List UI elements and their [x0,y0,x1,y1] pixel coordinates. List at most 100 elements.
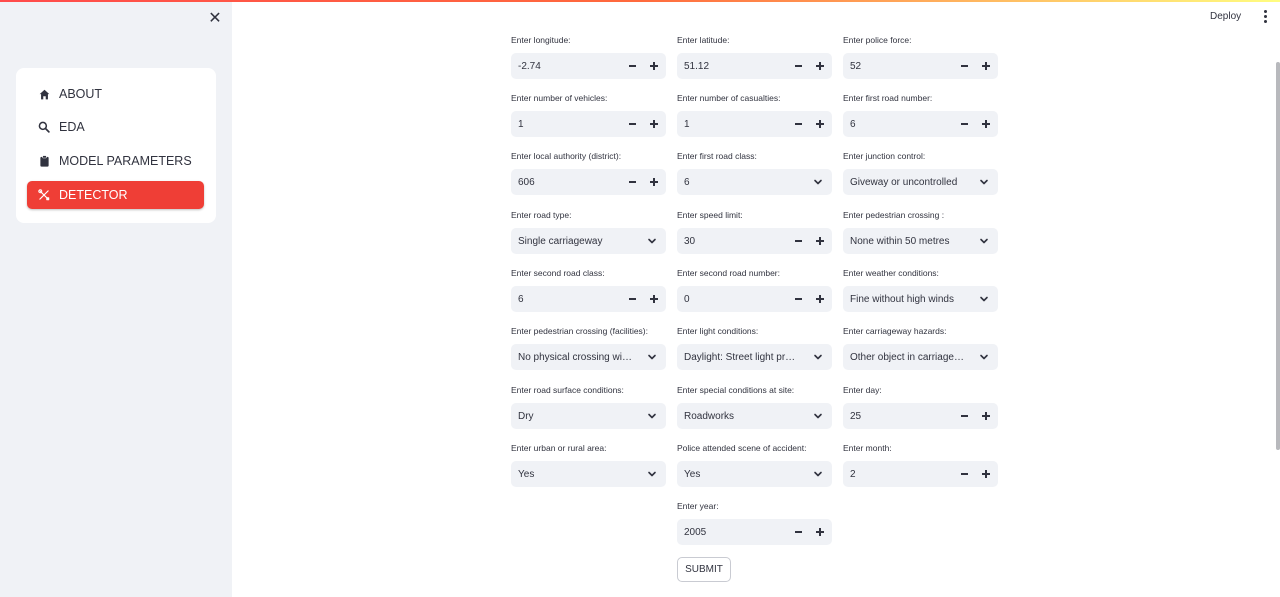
road-surface-conditions-select[interactable]: Dry [511,403,666,429]
urban-or-rural-field: Enter urban or rural area: Yes [511,442,666,487]
field-value: -2.74 [518,60,541,72]
field-value: 2005 [684,526,707,538]
light-conditions-select[interactable]: Daylight: Street light present [677,344,832,370]
first-road-class-select[interactable]: 6 [677,169,832,195]
field-label: Enter carriageway hazards: [843,326,947,336]
increment-button[interactable] [643,53,665,79]
increment-button[interactable] [809,519,831,545]
increment-button[interactable] [975,111,997,137]
increment-button[interactable] [643,111,665,137]
decrement-button[interactable] [953,403,975,429]
urban-or-rural-select[interactable]: Yes [511,461,666,487]
local-authority-field: Enter local authority (district): 606 [511,150,666,195]
chevron-down-icon [812,410,824,422]
increment-button[interactable] [809,286,831,312]
field-label: Enter pedestrian crossing : [843,210,945,220]
decrement-button[interactable] [621,286,643,312]
field-value: Daylight: Street light present [684,351,799,363]
plus-icon [650,120,658,128]
field-label: Enter number of vehicles: [511,93,608,103]
field-label: Enter speed limit: [677,210,743,220]
speed-limit-input[interactable]: 30 [677,228,832,254]
special-conditions-select[interactable]: Roadworks [677,403,832,429]
submit-button[interactable]: SUBMIT [677,557,731,582]
increment-button[interactable] [975,461,997,487]
close-sidebar-button[interactable]: ✕ [205,8,225,28]
chevron-down-icon [646,410,658,422]
increment-button[interactable] [975,403,997,429]
police-attended-select[interactable]: Yes [677,461,832,487]
latitude-input[interactable]: 51.12 [677,53,832,79]
number-of-casualties-input[interactable]: 1 [677,111,832,137]
minus-icon [628,123,636,125]
field-value: Other object in carriageway [850,351,965,363]
main-menu-icon[interactable] [1258,8,1272,24]
field-value: Giveway or uncontrolled [850,176,958,188]
local-authority-input[interactable]: 606 [511,169,666,195]
month-input[interactable]: 2 [843,461,998,487]
decrement-button[interactable] [621,111,643,137]
year-field: Enter year: 2005 [677,500,832,545]
weather-conditions-select[interactable]: Fine without high winds [843,286,998,312]
decrement-button[interactable] [787,111,809,137]
plus-icon [816,237,824,245]
increment-button[interactable] [809,111,831,137]
field-value: 2 [850,468,856,480]
increment-button[interactable] [643,169,665,195]
pedestrian-crossing-select[interactable]: None within 50 metres [843,228,998,254]
year-input[interactable]: 2005 [677,519,832,545]
decrement-button[interactable] [953,461,975,487]
decrement-button[interactable] [787,519,809,545]
field-label: Enter first road class: [677,151,757,161]
minus-icon [960,65,968,67]
field-label: Enter police force: [843,35,912,45]
chevron-down-icon [978,176,990,188]
decrement-button[interactable] [787,228,809,254]
menu-item-about[interactable]: ABOUT [27,80,204,108]
decrement-button[interactable] [953,111,975,137]
increment-button[interactable] [643,286,665,312]
plus-icon [816,120,824,128]
light-conditions-field: Enter light conditions: Daylight: Street… [677,325,832,370]
decrement-button[interactable] [787,286,809,312]
chevron-down-icon [812,176,824,188]
navigation-menu: ABOUT EDA MODEL PARAMETERS DETECTOR [16,68,216,223]
second-road-class-input[interactable]: 6 [511,286,666,312]
plus-icon [982,62,990,70]
pedestrian-crossing-facilities-select[interactable]: No physical crossing within 50 metres [511,344,666,370]
junction-control-select[interactable]: Giveway or uncontrolled [843,169,998,195]
menu-item-model-parameters[interactable]: MODEL PARAMETERS [27,147,204,175]
plus-icon [650,178,658,186]
carriageway-hazards-select[interactable]: Other object in carriageway [843,344,998,370]
minus-icon [794,123,802,125]
menu-item-eda[interactable]: EDA [27,113,204,141]
field-label: Enter road surface conditions: [511,385,624,395]
number-of-vehicles-input[interactable]: 1 [511,111,666,137]
decrement-button[interactable] [621,53,643,79]
day-input[interactable]: 25 [843,403,998,429]
decrement-button[interactable] [953,53,975,79]
first-road-number-input[interactable]: 6 [843,111,998,137]
road-type-select[interactable]: Single carriageway [511,228,666,254]
chevron-down-icon [812,468,824,480]
longitude-field: Enter longitude: -2.74 [511,34,666,79]
longitude-input[interactable]: -2.74 [511,53,666,79]
page-scrollbar[interactable] [1276,62,1280,450]
chevron-down-icon [646,468,658,480]
increment-button[interactable] [809,53,831,79]
increment-button[interactable] [975,53,997,79]
police-force-input[interactable]: 52 [843,53,998,79]
deploy-button[interactable]: Deploy [1210,8,1241,24]
decrement-button[interactable] [787,53,809,79]
minus-icon [794,298,802,300]
plus-icon [816,295,824,303]
decrement-button[interactable] [621,169,643,195]
field-value: No physical crossing within 50 metres [518,351,633,363]
tools-icon [37,188,51,202]
increment-button[interactable] [809,228,831,254]
menu-item-detector[interactable]: DETECTOR [27,181,204,209]
field-label: Enter local authority (district): [511,151,622,161]
second-road-number-field: Enter second road number: 0 [677,267,832,312]
second-road-number-input[interactable]: 0 [677,286,832,312]
road-surface-conditions-field: Enter road surface conditions: Dry [511,384,666,429]
